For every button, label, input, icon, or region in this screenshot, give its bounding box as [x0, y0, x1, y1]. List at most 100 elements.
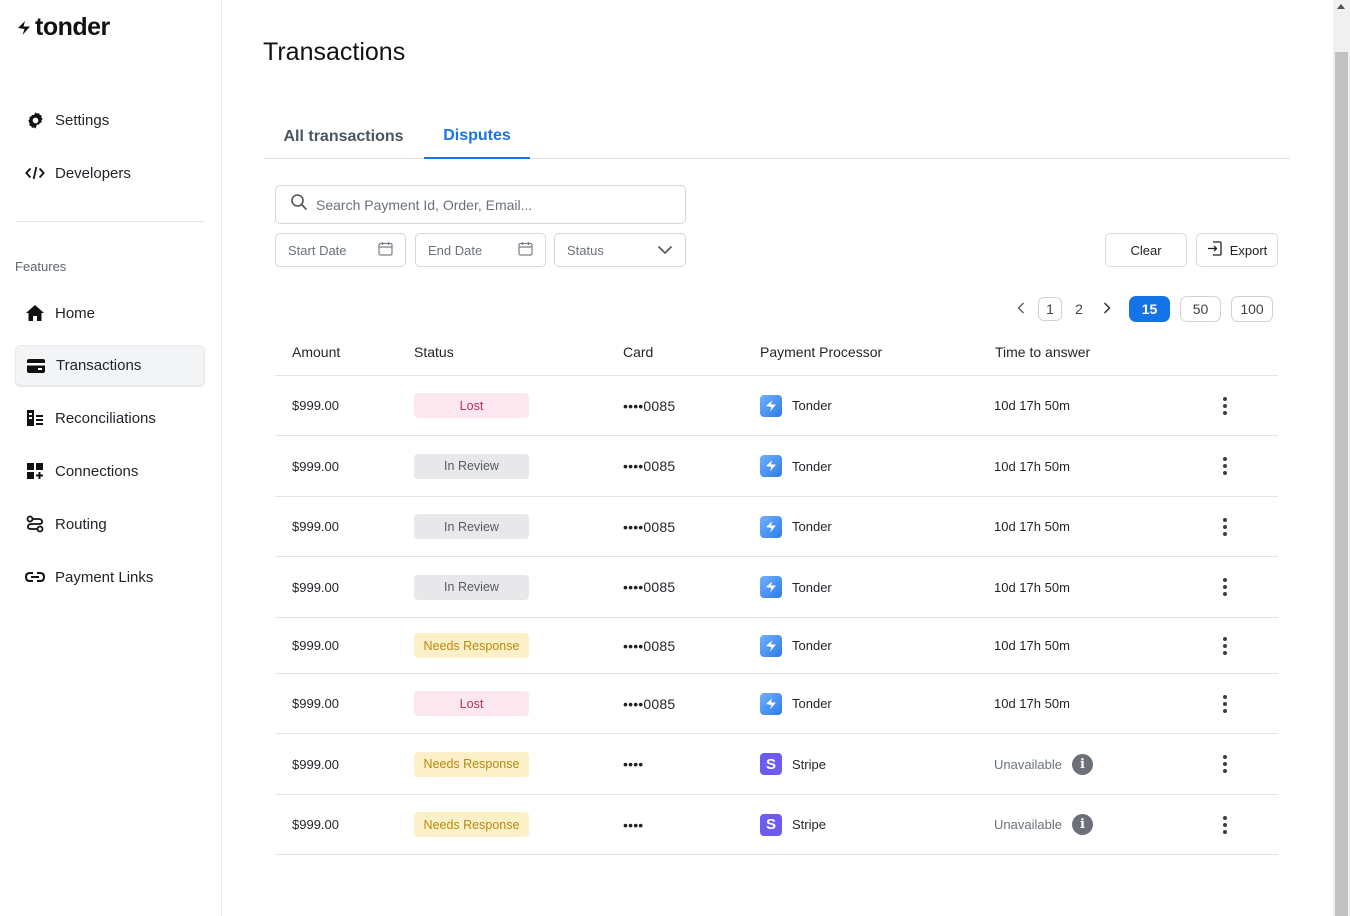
sidebar-divider	[15, 221, 205, 222]
tab-all-transactions[interactable]: All transactions	[263, 114, 424, 159]
time-to-answer-value: 10d 17h 50m	[994, 398, 1070, 413]
processor-cell: Tonder	[760, 497, 832, 556]
processor-cell: Tonder	[760, 618, 832, 673]
time-to-answer-cell: 10d 17h 50m	[994, 497, 1070, 556]
table-row[interactable]: $999.00 In Review ••••0085 Tonder 10d 17h 50…	[275, 557, 1278, 618]
sidebar-item-routing[interactable]: Routing	[15, 504, 205, 544]
status-select[interactable]: Status	[554, 233, 686, 267]
sidebar-item-label: Settings	[55, 111, 110, 129]
row-actions-button[interactable]	[1215, 557, 1235, 617]
search-box	[275, 185, 686, 224]
sidebar-item-label: Transactions	[56, 357, 142, 374]
status-cell: Needs Response	[414, 795, 529, 854]
card-cell: ••••0085	[623, 518, 676, 535]
code-icon	[25, 163, 45, 183]
amount-cell: $999.00	[292, 696, 339, 711]
row-actions-button[interactable]	[1215, 618, 1235, 673]
processor-cell: Tonder	[760, 376, 832, 435]
start-date-field[interactable]: Start Date	[275, 233, 406, 267]
sidebar-item-transactions[interactable]: Transactions	[15, 345, 205, 386]
prev-page-button[interactable]	[1013, 297, 1029, 321]
sidebar-item-developers[interactable]: Developers	[15, 153, 205, 193]
chevron-right-icon	[1103, 301, 1111, 317]
time-to-answer-cell: Unavailable i	[994, 734, 1093, 794]
sidebar-item-home[interactable]: Home	[15, 293, 205, 333]
table-row[interactable]: $999.00 Needs Response •••• S Stripe Unavaila…	[275, 795, 1278, 855]
status-select-value: Status	[567, 242, 604, 258]
row-actions-button[interactable]	[1215, 674, 1235, 733]
amount-cell: $999.00	[292, 519, 339, 534]
table-header: Amount Status Card Payment Processor Tim…	[275, 332, 1278, 376]
time-to-answer-value: Unavailable	[994, 817, 1062, 832]
export-icon	[1207, 241, 1222, 259]
column-header-payment-processor: Payment Processor	[760, 344, 883, 360]
sidebar-item-label: Payment Links	[55, 568, 154, 586]
row-actions-button[interactable]	[1215, 497, 1235, 556]
tab-disputes[interactable]: Disputes	[424, 114, 530, 159]
scrollbar-thumb[interactable]	[1335, 52, 1348, 916]
time-to-answer-value: 10d 17h 50m	[994, 458, 1070, 474]
routing-icon	[25, 514, 45, 534]
end-date-placeholder: End Date	[428, 242, 483, 258]
sidebar-section-label: Features	[15, 259, 67, 274]
more-vertical-icon	[1215, 578, 1235, 596]
tonder-logo-icon	[760, 394, 782, 417]
status-cell: Needs Response	[414, 618, 529, 673]
processor-name: Tonder	[792, 519, 832, 534]
status-badge: In Review	[414, 453, 529, 479]
tonder-logo-icon	[760, 634, 782, 657]
info-icon[interactable]: i	[1071, 753, 1093, 775]
sidebar-item-connections[interactable]: Connections	[15, 451, 205, 491]
processor-name: Tonder	[792, 579, 832, 595]
table-row[interactable]: $999.00 Needs Response •••• S Stripe Unavaila…	[275, 734, 1278, 795]
table-row[interactable]: $999.00 Lost ••••0085 Tonder 10d 17h 50m	[275, 674, 1278, 734]
gear-icon	[25, 110, 45, 130]
processor-cell: Tonder	[760, 436, 832, 496]
brand-name: tonder	[35, 13, 110, 41]
card-cell: ••••0085	[623, 458, 676, 474]
table-row[interactable]: $999.00 In Review ••••0085 Tonder 10d 17h 50…	[275, 497, 1278, 557]
row-actions-button[interactable]	[1215, 795, 1235, 854]
status-cell: Lost	[414, 376, 529, 435]
vertical-scrollbar[interactable]	[1333, 0, 1350, 916]
link-icon	[25, 567, 45, 587]
page-1-button[interactable]: 1	[1038, 297, 1062, 321]
amount-cell: $999.00	[292, 398, 339, 413]
next-page-button[interactable]	[1099, 297, 1115, 321]
table-row[interactable]: $999.00 In Review ••••0085 Tonder 10d 17h 50…	[275, 436, 1278, 497]
sidebar-item-label: Home	[55, 304, 96, 322]
sidebar-item-reconciliations[interactable]: Reconciliations	[15, 398, 205, 438]
status-badge: Lost	[414, 691, 529, 716]
processor-cell: S Stripe	[760, 795, 826, 854]
sidebar-item-payment-links[interactable]: Payment Links	[15, 557, 205, 597]
clear-button[interactable]: Clear	[1105, 233, 1187, 267]
page-2-button[interactable]: 2	[1067, 297, 1091, 321]
processor-name: Stripe	[792, 817, 826, 832]
row-actions-button[interactable]	[1215, 436, 1235, 496]
search-input[interactable]	[316, 196, 656, 213]
time-to-answer-cell: 10d 17h 50m	[994, 557, 1070, 617]
table-row[interactable]: $999.00 Needs Response ••••0085 Tonder 10d 1…	[275, 618, 1278, 674]
card-cell: ••••	[623, 756, 644, 772]
end-date-field[interactable]: End Date	[415, 233, 546, 267]
table-row[interactable]: $999.00 Lost ••••0085 Tonder 10d 17h 50m	[275, 376, 1278, 436]
time-to-answer-cell: Unavailable i	[994, 795, 1093, 854]
amount-cell: $999.00	[292, 458, 339, 474]
row-actions-button[interactable]	[1215, 376, 1235, 435]
page-size-15-button[interactable]: 15	[1129, 296, 1170, 322]
processor-name: Tonder	[792, 696, 832, 711]
page-size-100-button[interactable]: 100	[1231, 296, 1273, 322]
connections-icon	[25, 461, 45, 481]
info-icon[interactable]: i	[1071, 814, 1093, 835]
status-cell: In Review	[414, 436, 529, 496]
column-header-amount: Amount	[292, 344, 341, 360]
time-to-answer-value: 10d 17h 50m	[994, 696, 1070, 711]
status-cell: In Review	[414, 497, 529, 556]
brand-logo[interactable]: tonder	[15, 13, 110, 42]
row-actions-button[interactable]	[1215, 734, 1235, 794]
page-size-50-button[interactable]: 50	[1180, 296, 1221, 322]
sidebar-item-settings[interactable]: Settings	[15, 100, 205, 140]
scroll-up-arrow-icon[interactable]	[1337, 4, 1345, 9]
tonder-logo-icon	[760, 576, 782, 598]
export-button[interactable]: Export	[1196, 233, 1278, 267]
